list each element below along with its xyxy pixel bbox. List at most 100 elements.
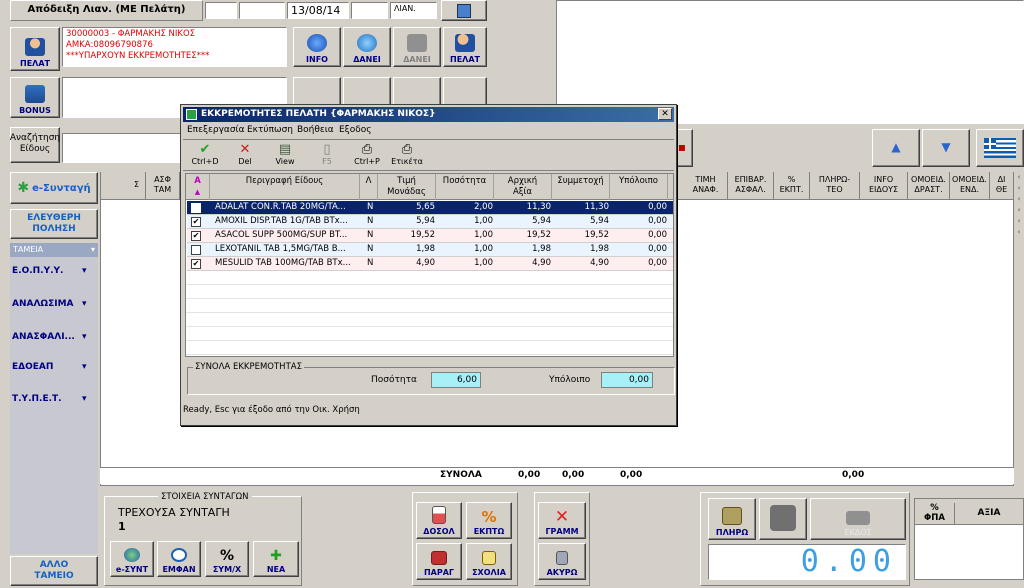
cell-init: 19,52 <box>526 230 551 240</box>
pending-row[interactable]: ✔ MESULID TAB 100MG/TAB BTx... N 4,90 1,00 4,… <box>187 257 673 271</box>
fund-uninsured[interactable]: ΑΝΑΣΦΑΛΙ... ▾ <box>10 332 98 342</box>
chevron-down-icon: ▾ <box>90 245 95 254</box>
menu-help[interactable]: Βοήθεια <box>297 125 334 135</box>
cell-qty: 2,00 <box>474 202 493 212</box>
new-prescription-button[interactable]: ✚ ΝΕΑ <box>253 541 299 577</box>
funds-header[interactable]: ΤΑΜΕΙΑ ▾ <box>10 243 98 257</box>
lend-button[interactable]: ΔΑΝΕΙ <box>343 27 391 67</box>
toolbar-view[interactable]: ▤ View <box>267 143 303 169</box>
dosage-button[interactable]: ΔΟΣΟΛ <box>416 502 462 539</box>
cell-desc: ADALAT CON.R.TAB 20MG/TA... <box>215 202 346 212</box>
dialog-status: Ready, Esc για έξοδο από την Οικ. Χρήση <box>183 405 360 415</box>
comments-button[interactable]: ΣΧΟΛΙΑ <box>466 543 512 580</box>
discount-button[interactable]: % ΕΚΠΤΩ <box>466 502 512 539</box>
flask-icon <box>432 506 446 524</box>
header-field-1[interactable] <box>205 2 237 19</box>
pending-row[interactable]: ADALAT CON.R.TAB 20MG/TA... N 5,65 2,00 11,3… <box>187 201 673 215</box>
info-button[interactable]: INFO <box>293 27 341 67</box>
series-field[interactable]: ΛΙΑΝ. <box>390 2 437 19</box>
fund-typet[interactable]: Τ.Υ.Π.Ε.Τ. ▾ <box>10 394 98 404</box>
delete-icon: ✕ <box>239 142 251 157</box>
amount-display: 0.00 <box>708 544 906 580</box>
col-similar-active: ΟΜΟΕΙΔ. ΔΡΑΣΤ. <box>908 172 950 200</box>
issue-button[interactable]: ΕΚΔΟΣ <box>810 498 906 540</box>
col-sigma: Σ <box>128 172 146 200</box>
bonus-button[interactable]: BONUS <box>10 77 60 118</box>
free-policy-button[interactable]: ΕΛΕΥΘΕΡΗ ΠΟΛΗΣΗ <box>10 209 98 239</box>
grid-empty-area <box>186 271 673 356</box>
toolbar-delete[interactable]: ✕ Del <box>227 143 263 169</box>
globe-icon <box>124 548 140 562</box>
move-up-button[interactable]: ▲ <box>872 129 920 167</box>
cell-unit: 1,98 <box>416 244 435 254</box>
total-value-1: 0,00 <box>518 470 541 480</box>
customer-info-box: 30000003 - ΦΑΡΜΑΚΗΣ ΝΙΚΟΣ ΑΜΚΑ:080967908… <box>62 27 287 67</box>
trash-icon <box>556 551 568 565</box>
date-field[interactable]: 13/08/14 <box>287 2 349 19</box>
col-description: Περιγραφή Είδους <box>210 174 360 200</box>
show-button[interactable]: ΕΜΦΑΝ <box>157 541 201 577</box>
cell-init: 11,30 <box>526 202 551 212</box>
fund-eopyy[interactable]: Ε.Ο.Π.Υ.Υ. ▾ <box>10 266 98 276</box>
cell-part: 4,90 <box>590 258 609 268</box>
delete-line-button[interactable]: ✕ ΓΡΑΜΜ <box>538 502 586 539</box>
col-payable: ΠΛΗΡΩ- ΤΕΟ <box>810 172 860 200</box>
toolbar-f5[interactable]: ▯ F5 <box>309 143 345 169</box>
totals-label: ΣΥΝΟΛΑ <box>440 470 482 480</box>
header-field-2[interactable] <box>239 2 285 19</box>
menu-exit[interactable]: Εξοδος <box>339 125 372 135</box>
menu-edit[interactable]: Επεξεργασία <box>187 125 245 135</box>
percent-button[interactable]: % ΣΥΜ/Χ <box>205 541 249 577</box>
payment-option-button[interactable] <box>759 498 807 540</box>
cancel-button[interactable]: ΑΚΥΡΩ <box>538 543 586 580</box>
col-sort[interactable]: A ▲ <box>186 174 210 200</box>
col-initial-value: Αρχική Αξία <box>494 174 552 200</box>
pay-button[interactable]: ΠΛΗΡΩ <box>708 498 756 540</box>
e-prescription-button[interactable]: ✱ e-Συνταγή <box>10 172 98 204</box>
lend-disabled-button[interactable]: ΔΑΝΕΙ <box>393 27 441 67</box>
add-customer-button[interactable]: ΠΕΛΑΤ <box>443 27 487 67</box>
total-value-4: 0,00 <box>842 470 865 480</box>
menu-print[interactable]: Εκτύπωση <box>247 125 293 135</box>
col-quantity: Ποσότητα <box>436 174 494 200</box>
edit-icon <box>457 3 471 18</box>
produce-button[interactable]: ΠΑΡΑΓ <box>416 543 462 580</box>
fund-edoeap[interactable]: ΕΔΟΕΑΠ ▾ <box>10 362 98 372</box>
dropdown-icon: ▾ <box>82 332 87 342</box>
col-participation: Συμμετοχή <box>552 174 610 200</box>
total-value-3: 0,00 <box>620 470 643 480</box>
card-icon <box>770 505 796 531</box>
cell-part: 1,98 <box>590 244 609 254</box>
pending-row[interactable]: LEXOTANIL TAB 1,5MG/TAB B... N 1,98 1,00 1,9… <box>187 243 673 257</box>
side-scroll-strip[interactable]: ‹ ‹ ‹ ‹ ‹ ‹ <box>1014 172 1024 240</box>
customer-button[interactable]: ΠΕΛΑΤ <box>10 27 60 71</box>
move-down-button[interactable]: ▼ <box>922 129 970 167</box>
fund-analosima[interactable]: ΑΝΑΛΩΣΙΜΑ ▾ <box>10 299 98 309</box>
header-field-3[interactable] <box>351 2 388 19</box>
other-fund-button[interactable]: ΑΛΛΟ ΤΑΜΕΙΟ <box>10 556 98 586</box>
pending-row[interactable]: ✔ ASACOL SUPP 500MG/SUP BT... N 19,52 1,00 19… <box>187 229 673 243</box>
row-checkbox[interactable] <box>191 245 201 255</box>
close-icon[interactable]: ✕ <box>658 108 672 120</box>
cell-part: 19,52 <box>584 230 609 240</box>
toolbar-ctrl-d[interactable]: ✔ Ctrl+D <box>187 143 223 169</box>
cell-unit: 19,52 <box>410 230 435 240</box>
current-prescription-number: 1 <box>118 520 126 533</box>
row-checkbox[interactable]: ✔ <box>191 217 201 227</box>
search-item-input[interactable] <box>62 133 182 163</box>
toolbar-print[interactable]: ⎙ Ctrl+P <box>349 143 385 169</box>
pending-totals-title: ΣΥΝΟΛΑ ΕΚΚΡΕΜΟΤΗΤΑΣ <box>193 362 304 372</box>
cell-l: N <box>367 202 374 212</box>
toolbar-label[interactable]: ⎙ Ετικέτα <box>389 143 425 169</box>
cell-init: 5,94 <box>532 216 551 226</box>
e-prescription-bottom-button[interactable]: e-ΣΥΝΤ <box>110 541 154 577</box>
language-button[interactable] <box>976 129 1024 167</box>
row-checkbox[interactable]: ✔ <box>191 259 201 269</box>
add-icon: ✚ <box>270 548 282 564</box>
search-item-button[interactable]: Αναζήτηση Είδους <box>10 127 60 163</box>
row-checkbox[interactable]: ✔ <box>191 231 201 241</box>
edit-button[interactable] <box>441 0 487 21</box>
row-checkbox[interactable] <box>191 203 201 213</box>
pending-row[interactable]: ✔ AMOXIL DISP.TAB 1G/TAB BTx... N 5,94 1,00 5… <box>187 215 673 229</box>
cell-unit: 5,94 <box>416 216 435 226</box>
